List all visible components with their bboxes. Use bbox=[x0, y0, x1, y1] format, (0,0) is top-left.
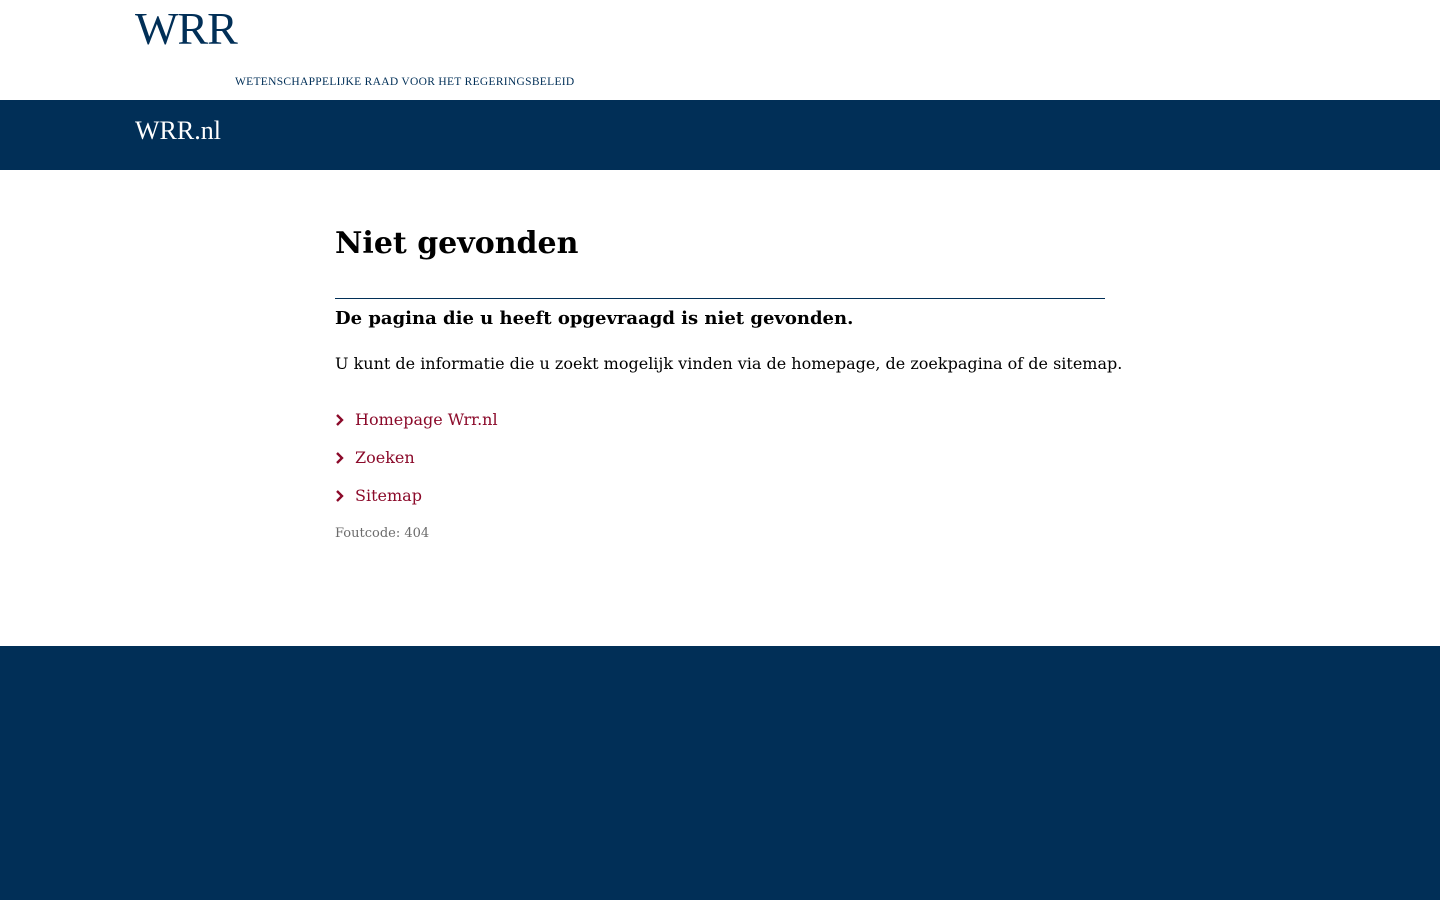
chevron-right-icon bbox=[335, 449, 355, 465]
logo-subtitle: WETENSCHAPPELIJKE RAAD VOOR HET REGERING… bbox=[235, 76, 575, 88]
site-footer bbox=[0, 646, 1440, 900]
title-divider bbox=[335, 298, 1105, 299]
list-item: Homepage Wrr.nl bbox=[335, 400, 498, 438]
main-content: Niet gevonden De pagina die u heeft opge… bbox=[0, 170, 1440, 646]
sitemap-link[interactable]: Sitemap bbox=[335, 486, 422, 505]
site-name-link[interactable]: WRR.nl bbox=[135, 116, 221, 146]
logo-mark: WRR bbox=[135, 3, 238, 54]
error-lead: De pagina die u heeft opgevraagd is niet… bbox=[335, 308, 854, 329]
list-item: Zoeken bbox=[335, 438, 498, 476]
list-item: Sitemap bbox=[335, 476, 498, 514]
site-header: WRR WETENSCHAPPELIJKE RAAD VOOR HET REGE… bbox=[0, 0, 1440, 100]
sitemap-link-label: Sitemap bbox=[355, 485, 422, 505]
homepage-link-label: Homepage Wrr.nl bbox=[355, 409, 498, 429]
site-nav-bar: WRR.nl bbox=[0, 100, 1440, 170]
chevron-right-icon bbox=[335, 411, 355, 427]
error-intro: U kunt de informatie die u zoekt mogelij… bbox=[335, 354, 1123, 373]
help-links: Homepage Wrr.nl Zoeken Sitemap bbox=[335, 400, 498, 514]
page-title: Niet gevonden bbox=[335, 226, 579, 261]
homepage-link[interactable]: Homepage Wrr.nl bbox=[335, 410, 498, 429]
search-link[interactable]: Zoeken bbox=[335, 448, 415, 467]
chevron-right-icon bbox=[335, 487, 355, 503]
search-link-label: Zoeken bbox=[355, 447, 415, 467]
error-code: Foutcode: 404 bbox=[335, 526, 430, 541]
